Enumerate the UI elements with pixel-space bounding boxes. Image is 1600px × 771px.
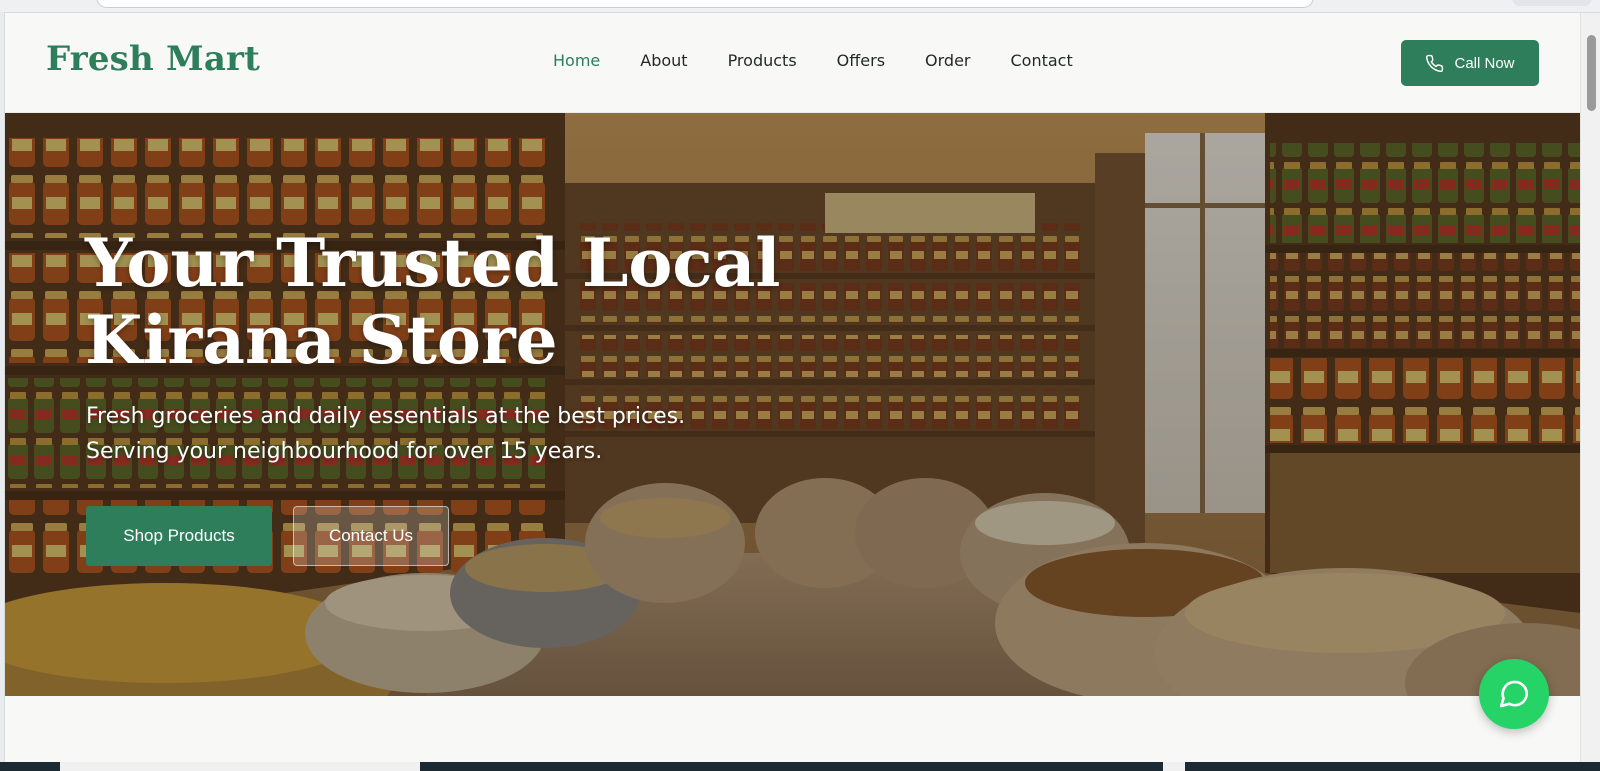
hero-title: Your Trusted Local Kirana Store (85, 224, 781, 379)
nav-about[interactable]: About (640, 51, 687, 70)
browser-chrome-top (0, 0, 1600, 12)
taskbar-strip (0, 762, 1600, 771)
contact-us-button[interactable]: Contact Us (293, 506, 449, 566)
site-logo[interactable]: Fresh Mart (46, 39, 260, 79)
page-scrollbar-track[interactable] (1580, 13, 1600, 762)
nav-home[interactable]: Home (553, 51, 600, 70)
phone-icon (1426, 54, 1444, 72)
shop-products-button[interactable]: Shop Products (86, 506, 272, 566)
call-now-label: Call Now (1454, 54, 1515, 72)
page-scrollbar-thumb[interactable] (1587, 35, 1596, 111)
main-nav: Home About Products Offers Order Contact (553, 51, 1113, 70)
whatsapp-chat-icon (1499, 680, 1529, 708)
page-viewport: Fresh Mart Home About Products Offers Or… (4, 12, 1600, 762)
taskbar-segment (60, 762, 420, 771)
hero-subtitle-line-1: Fresh groceries and daily essentials at … (86, 404, 686, 429)
nav-offers[interactable]: Offers (837, 51, 885, 70)
hero-section: Your Trusted Local Kirana Store Fresh gr… (5, 113, 1580, 696)
hero-subtitle: Fresh groceries and daily essentials at … (86, 399, 786, 469)
taskbar-segment (1163, 762, 1185, 771)
call-now-button[interactable]: Call Now (1401, 40, 1539, 86)
whatsapp-chat-button[interactable] (1479, 659, 1549, 729)
hero-subtitle-line-2: Serving your neighbourhood for over 15 y… (86, 439, 603, 464)
browser-toolbar-pill[interactable] (1512, 0, 1592, 6)
nav-order[interactable]: Order (925, 51, 970, 70)
site-header: Fresh Mart Home About Products Offers Or… (5, 13, 1580, 113)
nav-contact[interactable]: Contact (1011, 51, 1073, 70)
address-bar[interactable] (96, 0, 1314, 8)
nav-products[interactable]: Products (728, 51, 797, 70)
